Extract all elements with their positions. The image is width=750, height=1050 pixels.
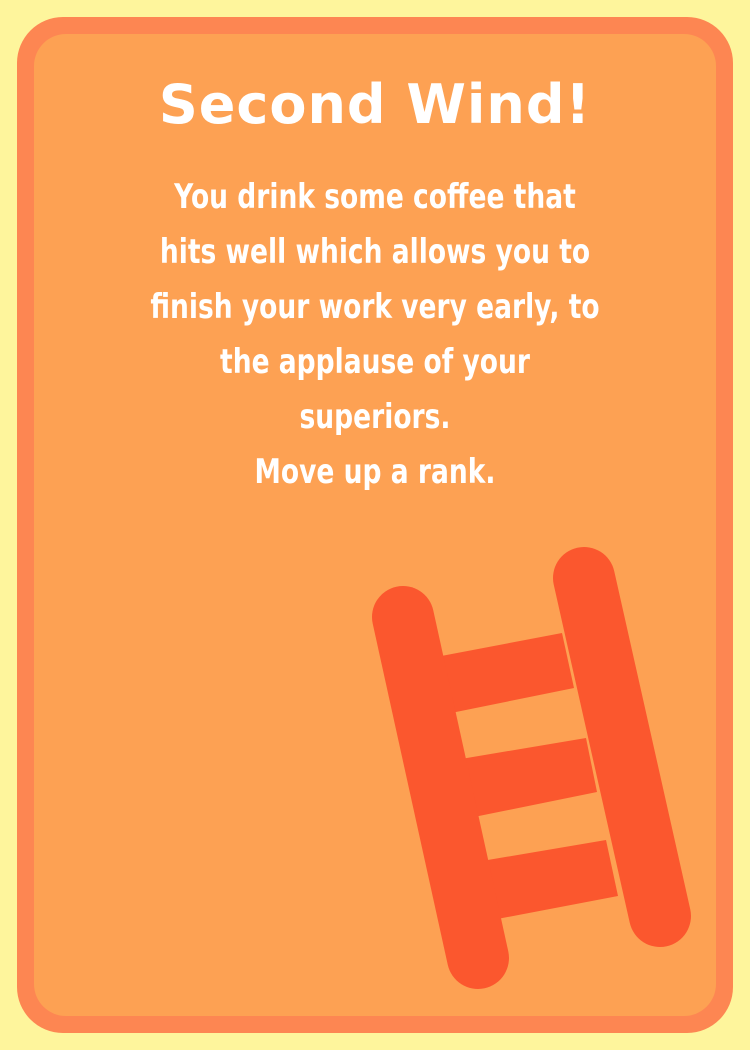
ladder-rung [436, 633, 574, 713]
ladder-icon [372, 547, 691, 989]
